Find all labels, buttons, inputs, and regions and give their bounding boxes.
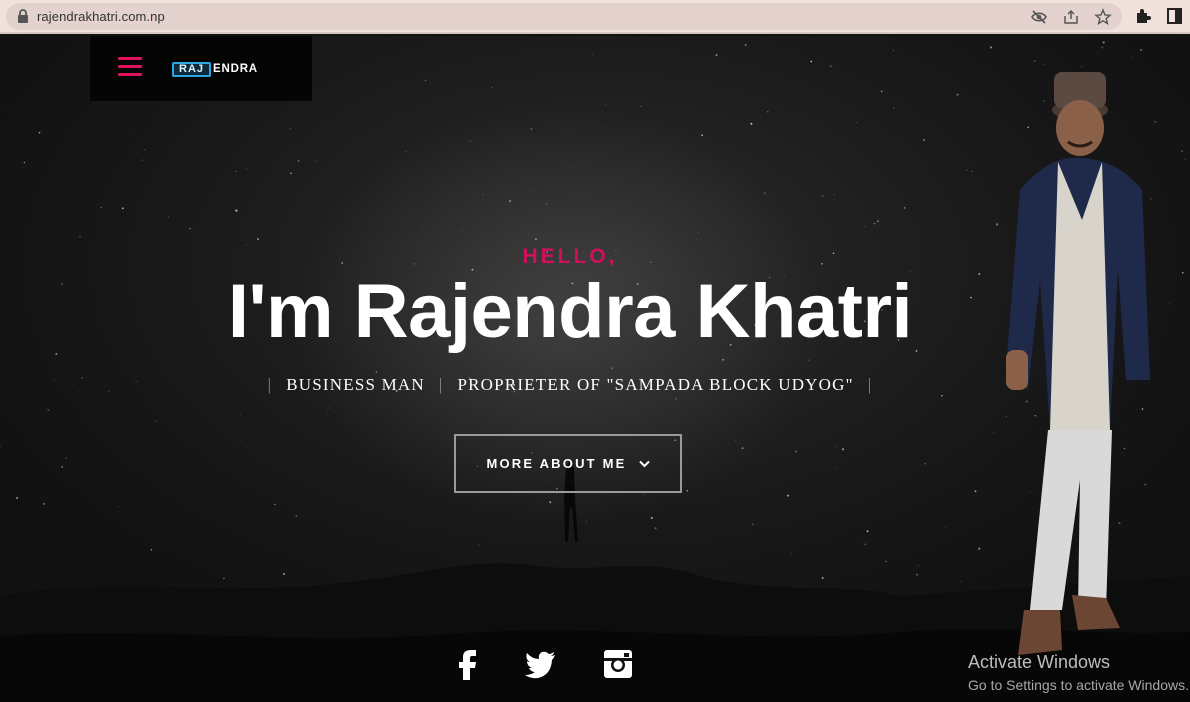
roles-line: | BUSINESS MAN | PROPRIETER OF "SAMPADA BLO… — [0, 375, 1140, 395]
lock-icon[interactable] — [16, 9, 30, 24]
url-text[interactable]: rajendrakhatri.com.np — [37, 9, 165, 24]
person-portrait-image — [1006, 72, 1150, 655]
extensions-puzzle-icon[interactable] — [1134, 7, 1152, 25]
side-panel-icon[interactable] — [1166, 7, 1184, 25]
separator: | — [438, 375, 444, 394]
more-about-me-label: MORE ABOUT ME — [486, 456, 627, 471]
greeting-text: HELLO, — [522, 245, 618, 268]
chevron-down-icon — [638, 460, 650, 467]
more-about-me-button[interactable]: MORE ABOUT ME — [454, 434, 682, 493]
site-logo[interactable]: RAJ ENDRA — [172, 61, 258, 77]
watermark-subtitle: Go to Settings to activate Windows. — [968, 677, 1189, 693]
eye-off-icon[interactable] — [1030, 8, 1048, 26]
share-icon[interactable] — [1062, 8, 1080, 26]
logo-text: ENDRA — [213, 63, 258, 75]
hamburger-menu-icon[interactable] — [118, 57, 142, 79]
role-business-man: BUSINESS MAN — [286, 375, 425, 394]
twitter-icon[interactable] — [523, 646, 557, 682]
separator: | — [267, 375, 273, 394]
watermark-title: Activate Windows — [968, 652, 1111, 672]
instagram-icon[interactable] — [601, 646, 635, 682]
separator: | — [867, 375, 873, 394]
logo-boxed-text: RAJ — [172, 61, 212, 77]
hero-section: RAJ ENDRA HELLO, I'm Rajendra Khatri | BU… — [0, 36, 1190, 702]
address-bar[interactable]: rajendrakhatri.com.np — [6, 3, 1122, 30]
activate-windows-watermark: Activate Windows Go to Settings to activ… — [968, 652, 1189, 693]
role-proprietor: PROPRIETER OF "SAMPADA BLOCK UDYOG" — [457, 375, 854, 394]
bookmark-star-icon[interactable] — [1094, 8, 1112, 26]
page-title: I'm Rajendra Khatri — [227, 269, 913, 354]
browser-toolbar: rajendrakhatri.com.np — [0, 0, 1190, 34]
nav-header: RAJ ENDRA — [90, 36, 312, 101]
facebook-icon[interactable] — [451, 646, 485, 682]
